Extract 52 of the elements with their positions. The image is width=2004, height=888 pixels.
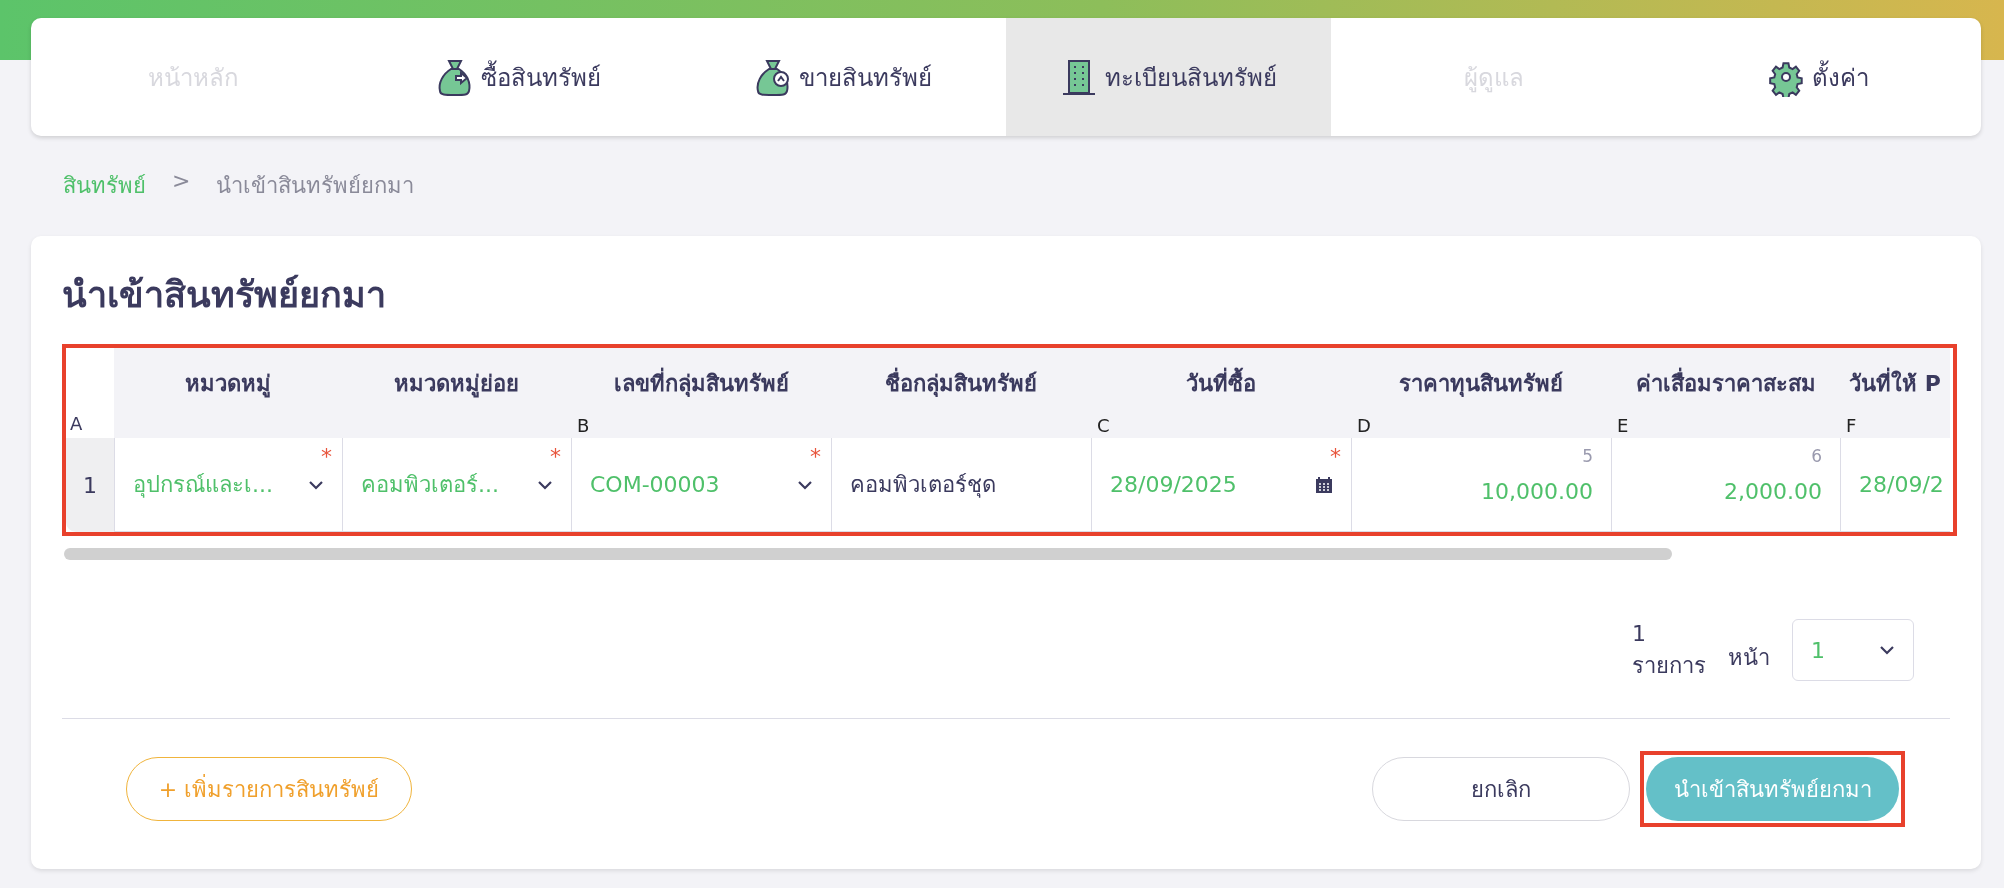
column-header: ค่าเสื่อมราคาสะสม E [1611, 348, 1840, 438]
number-field[interactable]: 2,000.00 6 [1611, 438, 1840, 532]
column-letter: E [1617, 415, 1629, 436]
breadcrumb-link[interactable]: สินทรัพย์ [63, 168, 146, 198]
date-field[interactable]: 28/09/2025 * [1091, 438, 1351, 532]
import-button[interactable]: นำเข้าสินทรัพย์ยกมา [1646, 757, 1899, 821]
column-header: เลขที่กลุ่มสินทรัพย์ B [571, 348, 831, 438]
column-letter: C [1097, 415, 1110, 436]
column-header: วันที่ซื้อ C [1091, 348, 1351, 438]
breadcrumb-item: นำเข้าสินทรัพย์ยกมา [216, 172, 415, 198]
cancel-button[interactable]: ยกเลิก [1372, 757, 1630, 821]
building-icon [1060, 57, 1097, 97]
column-header: หมวดหมู่ย่อย [342, 348, 571, 438]
required-mark: * [550, 444, 561, 469]
column-letter: B [577, 415, 590, 436]
money-bag-icon [436, 57, 473, 97]
column-letter: F [1846, 415, 1857, 436]
column-index: 6 [1811, 446, 1822, 466]
chevron-down-icon [1879, 645, 1895, 655]
required-mark: * [810, 444, 821, 469]
column-header: หมวดหมู่ [114, 348, 342, 438]
add-item-button[interactable]: + เพิ่มรายการสินทรัพย์ [126, 757, 412, 821]
nav-tab[interactable]: ทะเบียนสินทรัพย์ [1006, 18, 1331, 136]
chevron-down-icon [797, 479, 813, 490]
page-title: นำเข้าสินทรัพย์ยกมา [62, 273, 387, 316]
required-mark: * [1330, 444, 1341, 469]
column-index: 5 [1582, 446, 1593, 466]
calendar-icon [1315, 475, 1333, 494]
column-header: ราคาทุนสินทรัพย์ D [1351, 348, 1611, 438]
column-letter: A [70, 413, 83, 434]
nav-tab[interactable]: ขายสินทรัพย์ [681, 18, 1006, 136]
row-number: 1 [66, 438, 114, 532]
column-header: ชื่อกลุ่มสินทรัพย์ [831, 348, 1091, 438]
chevron-down-icon [537, 479, 553, 490]
item-count: 1 รายการ [1632, 620, 1706, 680]
select-field[interactable]: อุปกรณ์และเ... * [114, 438, 342, 532]
scrollbar[interactable] [64, 548, 1672, 560]
column-header: วันที่ให้ P F [1840, 348, 1950, 438]
money-bag-icon [755, 57, 791, 97]
text-field[interactable]: คอมพิวเตอร์ชุด [831, 438, 1091, 532]
page-label: หน้า [1728, 643, 1770, 672]
select-field[interactable]: คอมพิวเตอร์... * [342, 438, 571, 532]
select-field[interactable]: COM-00003 * [571, 438, 831, 532]
date-field[interactable]: 28/09/2 [1840, 438, 1950, 532]
nav-tab[interactable]: ตั้งค่า [1656, 18, 1981, 136]
nav-tab[interactable]: ซื้อสินทรัพย์ [356, 18, 681, 136]
page-select[interactable]: 1 [1792, 619, 1914, 681]
required-mark: * [321, 444, 332, 469]
column-letter: D [1357, 415, 1371, 436]
chevron-down-icon [308, 479, 324, 490]
breadcrumb-item: > [172, 168, 191, 195]
number-field[interactable]: 10,000.00 5 [1351, 438, 1611, 532]
